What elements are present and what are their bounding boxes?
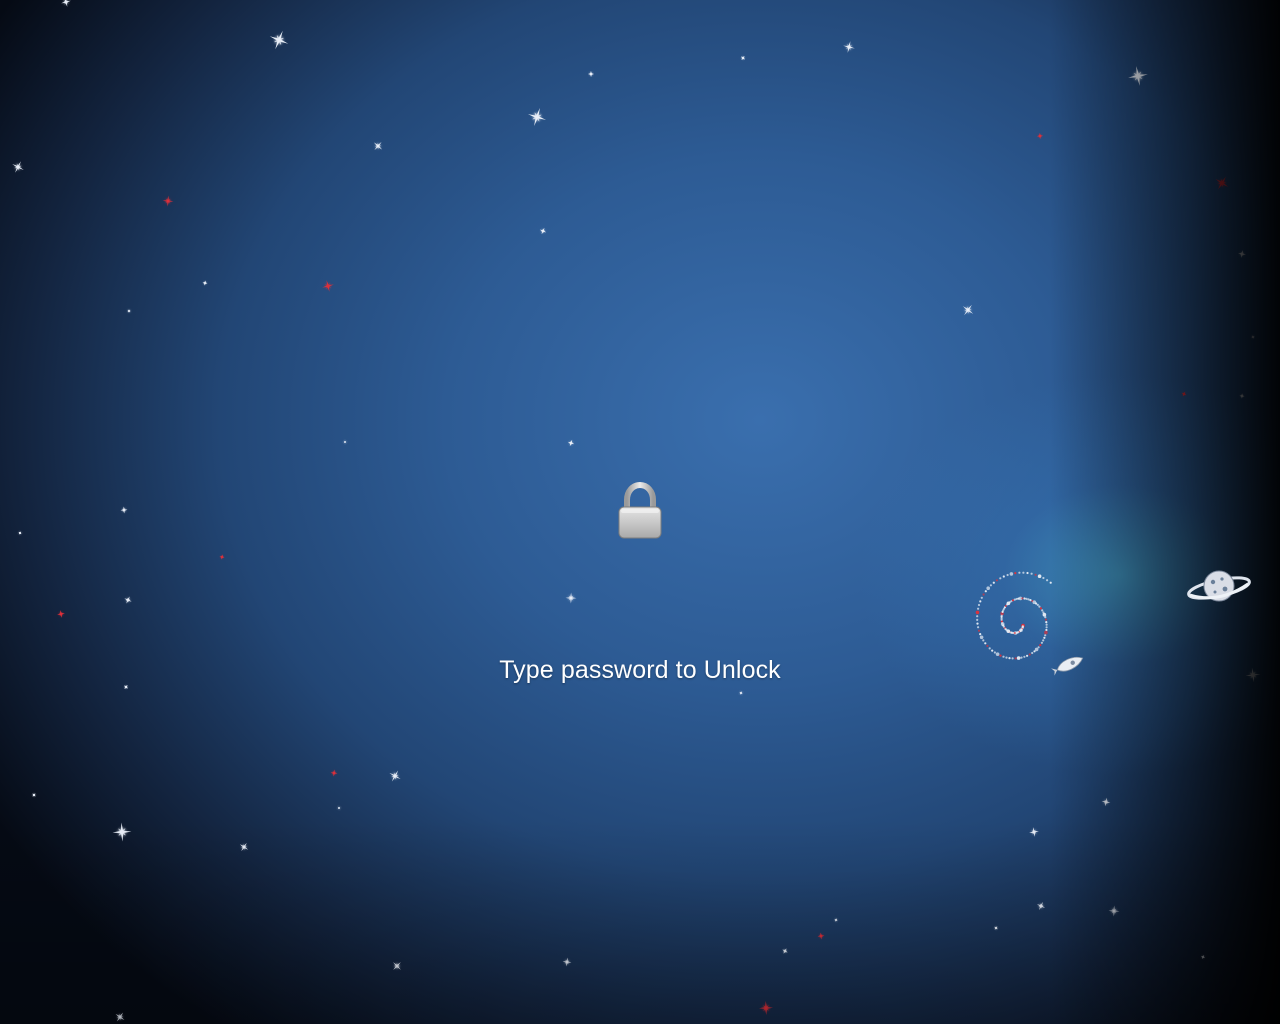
star-icon xyxy=(567,439,575,447)
star-icon xyxy=(759,1001,773,1015)
star-icon xyxy=(962,304,974,316)
star-icon xyxy=(562,957,572,967)
star-icon xyxy=(1238,250,1246,258)
star-icon xyxy=(127,309,131,313)
star-icon xyxy=(337,806,341,810)
star-icon xyxy=(120,506,128,514)
star-icon xyxy=(61,0,71,7)
star-icon xyxy=(322,280,334,292)
star-icon xyxy=(1037,133,1043,139)
star-icon xyxy=(239,842,249,852)
lock-icon xyxy=(618,482,662,539)
star-icon xyxy=(1251,335,1255,339)
star-icon xyxy=(162,195,174,207)
star-icon xyxy=(1108,905,1120,917)
star-icon xyxy=(1181,391,1187,397)
star-icon xyxy=(18,531,22,535)
star-icon xyxy=(1101,797,1111,807)
planet-icon xyxy=(1187,570,1251,602)
star-icon xyxy=(202,280,208,286)
star-icon xyxy=(1239,393,1245,399)
star-icon xyxy=(393,962,401,970)
star-icon xyxy=(994,926,998,930)
star-icon xyxy=(269,30,289,50)
star-icon xyxy=(1128,66,1148,86)
star-icon xyxy=(740,55,746,61)
star-icon xyxy=(843,41,855,53)
star-icon xyxy=(1036,901,1046,911)
star-icon xyxy=(1215,176,1229,190)
star-icon xyxy=(739,691,743,695)
star-icon xyxy=(782,948,788,954)
star-icon xyxy=(817,932,825,940)
star-icon xyxy=(219,554,225,560)
star-icon xyxy=(834,918,838,922)
star-icon xyxy=(343,440,347,444)
star-icon xyxy=(1029,827,1039,837)
star-icon xyxy=(32,793,36,797)
star-icon xyxy=(12,161,24,173)
star-icon xyxy=(330,769,338,777)
star-icon xyxy=(373,141,383,151)
star-icon xyxy=(588,71,594,77)
star-icon xyxy=(124,596,132,604)
star-icon xyxy=(1201,955,1205,959)
star-icon xyxy=(389,770,401,782)
unlock-prompt: Type password to Unlock xyxy=(499,656,781,684)
star-icon xyxy=(565,592,577,604)
star-icon xyxy=(112,822,132,842)
star-icon xyxy=(115,1012,125,1022)
star-icon xyxy=(539,227,547,235)
star-icon xyxy=(527,107,547,127)
star-icon xyxy=(57,610,65,618)
